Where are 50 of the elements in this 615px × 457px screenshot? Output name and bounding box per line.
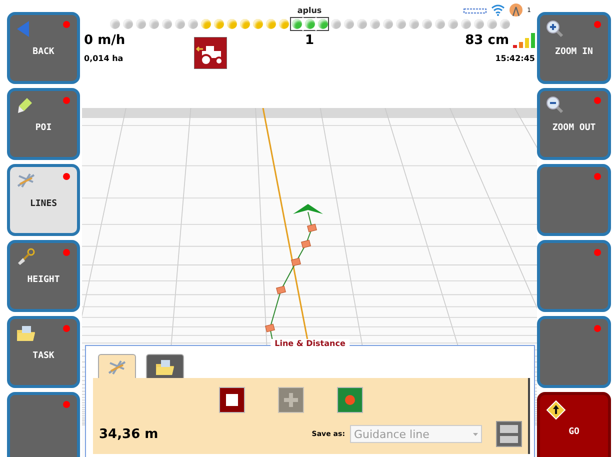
- track-marker: [291, 258, 301, 266]
- side-button[interactable]: HEIGHT: [7, 240, 80, 312]
- blank-button[interactable]: [537, 164, 611, 236]
- signal-bars-icon: [513, 33, 535, 48]
- blank-button[interactable]: [537, 316, 611, 388]
- side-button[interactable]: LINES: [7, 164, 80, 236]
- marker-pen-icon: [16, 96, 34, 114]
- record-button[interactable]: [336, 387, 362, 413]
- track-marker: [301, 240, 311, 248]
- record-icon: [344, 395, 354, 405]
- stop-icon: [226, 394, 238, 406]
- zoom-in-icon: [546, 20, 564, 38]
- side-button[interactable]: BACK: [7, 12, 80, 84]
- antenna-icon: [509, 3, 524, 17]
- clock-time: 15:42:45: [495, 54, 535, 63]
- crossed-lines-icon: [16, 172, 36, 188]
- back-arrow-icon: [16, 20, 30, 38]
- wifi-icon: [491, 4, 506, 16]
- track-marker: [276, 286, 286, 294]
- distance-value: 34,36 m: [99, 426, 160, 442]
- tractor-icon[interactable]: [194, 37, 227, 69]
- vehicle-arrow: [293, 204, 323, 214]
- caret-icon: [473, 432, 478, 436]
- side-button[interactable]: GO: [537, 392, 611, 457]
- folder-icon: [155, 358, 175, 376]
- side-button[interactable]: POI: [7, 88, 80, 160]
- folder-icon: [16, 324, 36, 342]
- save-button[interactable]: [496, 421, 522, 447]
- area-value: 0,014 ha: [84, 54, 124, 63]
- blank-button[interactable]: [537, 240, 611, 312]
- receiver-icon: [463, 6, 488, 14]
- panel-title: Line & Distance: [270, 339, 350, 348]
- warning-diamond-icon: [546, 400, 566, 420]
- side-button[interactable]: ZOOM OUT: [537, 88, 611, 160]
- line-number: 1: [304, 33, 314, 50]
- panel-tab[interactable]: [98, 354, 136, 378]
- device-name: aplus: [297, 5, 322, 15]
- panel-tab[interactable]: [146, 354, 184, 378]
- accuracy-value: 83 cm: [465, 33, 509, 48]
- plus-icon: [284, 393, 298, 407]
- stop-button[interactable]: [218, 387, 244, 413]
- crossed-lines-icon: [107, 358, 127, 374]
- track-marker: [307, 224, 317, 232]
- zoom-out-icon: [546, 96, 564, 114]
- side-button[interactable]: ZOOM IN: [537, 12, 611, 84]
- speed-value: 0 m/h: [84, 33, 126, 48]
- blank-button[interactable]: [7, 392, 80, 457]
- shovel-icon: [16, 248, 36, 266]
- track-marker: [265, 324, 275, 332]
- side-button[interactable]: TASK: [7, 316, 80, 388]
